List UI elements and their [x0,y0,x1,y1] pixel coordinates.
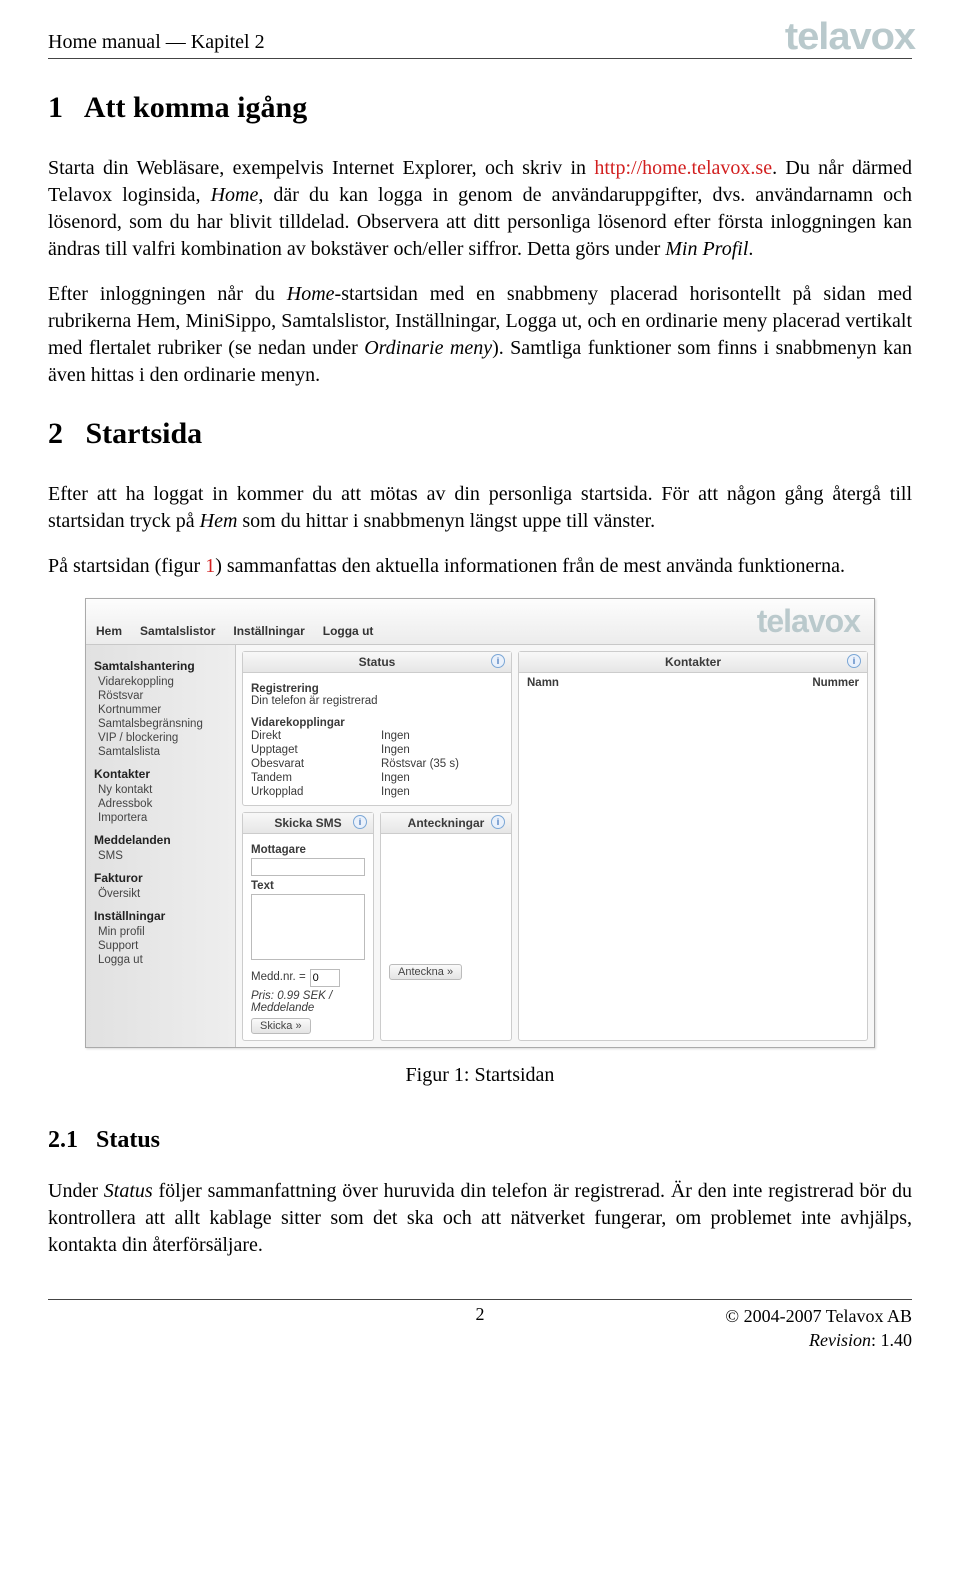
top-tabs: Hem Samtalslistor Inställningar Logga ut [96,624,373,638]
figure-1-caption: Figur 1: Startsidan [85,1064,875,1087]
sms-panel: Skicka SMS i Mottagare Text Medd.nr [242,812,374,1041]
contacts-col-number: Nummer [812,677,859,689]
notes-add-button[interactable]: Anteckna » [389,964,462,980]
sidebar-item-vip-blockering[interactable]: VIP / blockering [94,731,227,745]
sidebar-item-min-profil[interactable]: Min profil [94,925,227,939]
section-2-1-paragraph: Under Status följer sammanfattning över … [48,1178,912,1259]
sidebar-item-oversikt[interactable]: Översikt [94,887,227,901]
sidebar-item-kortnummer[interactable]: Kortnummer [94,703,227,717]
sidebar-item-samtalsbegransning[interactable]: Samtalsbegränsning [94,717,227,731]
tab-hem[interactable]: Hem [96,624,122,638]
copyright: © 2004-2007 Telavox AB [627,1304,912,1328]
status-panel: Status i Registrering Din telefon är reg… [242,651,512,806]
sidebar-item-importera[interactable]: Importera [94,811,227,825]
section-2-paragraph-2: På startsidan (figur 1) sammanfattas den… [48,553,912,580]
section-1-title: Att komma igång [84,91,307,124]
registration-label: Registrering [251,683,503,695]
sms-medd-value[interactable] [310,969,340,987]
sidebar-item-sms[interactable]: SMS [94,849,227,863]
sms-panel-header: Skicka SMS i [243,813,373,834]
sidebar-item-vidarekoppling[interactable]: Vidarekoppling [94,675,227,689]
sidebar-item-ny-kontakt[interactable]: Ny kontakt [94,783,227,797]
app-topbar: Hem Samtalslistor Inställningar Logga ut… [86,599,874,645]
sidebar: Samtalshantering Vidarekoppling Röstsvar… [86,645,236,1047]
sms-recipient-label: Mottagare [251,844,365,856]
revision-label: Revision [809,1330,871,1350]
contacts-panel: Kontakter i Namn Nummer [518,651,868,1041]
forwarding-label: Vidarekopplingar [251,717,503,729]
header-title: Home manual — Kapitel 2 [48,31,265,54]
notes-panel-header: Anteckningar i [381,813,511,834]
sidebar-group-fakturor: Fakturor [94,871,227,885]
page-header: Home manual — Kapitel 2 telavox [48,20,912,59]
tab-samtalslistor[interactable]: Samtalslistor [140,624,215,638]
page-number: 2 [333,1304,627,1325]
info-icon[interactable]: i [353,815,367,829]
app-main: Status i Registrering Din telefon är reg… [236,645,874,1047]
figure-1-ref-link[interactable]: 1 [205,555,215,577]
info-icon[interactable]: i [491,815,505,829]
sms-send-button[interactable]: Skicka » [251,1018,311,1034]
sidebar-group-installningar: Inställningar [94,909,227,923]
section-2-1-number: 2.1 [48,1127,78,1153]
sidebar-item-samtalslista[interactable]: Samtalslista [94,745,227,759]
section-2-title: Startsida [86,417,203,450]
page-footer: 2 © 2004-2007 Telavox AB Revision: 1.40 [48,1299,912,1353]
registration-text: Din telefon är registrerad [251,695,503,707]
section-1-paragraph-2: Efter inloggningen når du Home-startsida… [48,281,912,389]
contacts-col-name: Namn [527,677,559,689]
tab-installningar[interactable]: Inställningar [233,624,304,638]
home-url-link[interactable]: http://home.telavox.se [594,157,772,179]
brand-logo: telavox [785,20,915,54]
sms-text-input[interactable] [251,894,365,960]
sidebar-item-rostsvar[interactable]: Röstsvar [94,689,227,703]
app-window: Hem Samtalslistor Inställningar Logga ut… [85,598,875,1048]
sms-price: Pris: 0.99 SEK / Meddelande [251,990,365,1014]
section-1-paragraph-1: Starta din Webläsare, exempelvis Interne… [48,155,912,263]
tab-logga-ut[interactable]: Logga ut [323,624,374,638]
section-2-paragraph-1: Efter att ha loggat in kommer du att möt… [48,481,912,535]
section-2-heading: 2 Startsida [48,417,912,451]
sms-text-label: Text [251,880,365,892]
section-1-heading: 1 Att komma igång [48,91,912,125]
sidebar-item-support[interactable]: Support [94,939,227,953]
section-2-number: 2 [48,417,63,450]
section-2-1-title: Status [96,1127,160,1153]
info-icon[interactable]: i [491,654,505,668]
section-2-1-heading: 2.1 Status [48,1127,912,1154]
app-brand-logo: telavox [757,603,860,640]
sidebar-item-adressbok[interactable]: Adressbok [94,797,227,811]
sidebar-group-meddelanden: Meddelanden [94,833,227,847]
section-1-number: 1 [48,91,63,124]
figure-1: Hem Samtalslistor Inställningar Logga ut… [85,598,875,1087]
sms-medd-label: Medd.nr. = [251,971,306,983]
sidebar-item-logga-ut[interactable]: Logga ut [94,953,227,967]
sidebar-group-kontakter: Kontakter [94,767,227,781]
arrow-icon: » [447,966,453,978]
status-panel-header: Status i [243,652,511,673]
revision-value: : 1.40 [871,1330,912,1350]
arrow-icon: » [295,1020,301,1032]
sms-recipient-input[interactable] [251,858,365,876]
contacts-panel-header: Kontakter i [519,652,867,673]
notes-panel: Anteckningar i Anteckna » [380,812,512,1041]
info-icon[interactable]: i [847,654,861,668]
sidebar-group-samtalshantering: Samtalshantering [94,659,227,673]
